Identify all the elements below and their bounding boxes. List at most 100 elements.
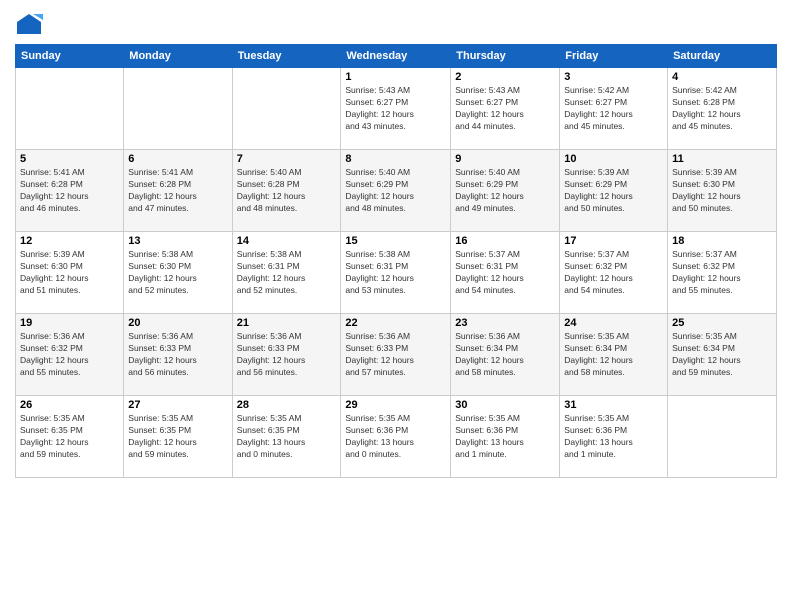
calendar-week-row: 1 Sunrise: 5:43 AM Sunset: 6:27 PM Daylig… xyxy=(16,68,777,150)
calendar-cell: 13 Sunrise: 5:38 AM Sunset: 6:30 PM Dayli… xyxy=(124,232,232,314)
calendar-cell: 28 Sunrise: 5:35 AM Sunset: 6:35 PM Dayli… xyxy=(232,396,341,478)
day-number: 10 xyxy=(564,153,663,165)
day-info: Sunrise: 5:41 AM Sunset: 6:28 PM Dayligh… xyxy=(128,167,227,215)
day-info: Sunrise: 5:39 AM Sunset: 6:30 PM Dayligh… xyxy=(20,249,119,297)
day-info: Sunrise: 5:37 AM Sunset: 6:32 PM Dayligh… xyxy=(672,249,772,297)
calendar-week-row: 12 Sunrise: 5:39 AM Sunset: 6:30 PM Dayli… xyxy=(16,232,777,314)
calendar-week-row: 19 Sunrise: 5:36 AM Sunset: 6:32 PM Dayli… xyxy=(16,314,777,396)
calendar-cell: 15Sunrise: 5:38 AM Sunset: 6:31 PM Dayli… xyxy=(341,232,451,314)
calendar-cell: 21 Sunrise: 5:36 AM Sunset: 6:33 PM Dayli… xyxy=(232,314,341,396)
day-number: 1 xyxy=(345,71,446,83)
day-number: 22 xyxy=(345,317,446,329)
day-info: Sunrise: 5:35 AM Sunset: 6:35 PM Dayligh… xyxy=(237,413,337,461)
calendar-cell: 4 Sunrise: 5:42 AM Sunset: 6:28 PM Daylig… xyxy=(668,68,777,150)
day-number: 26 xyxy=(20,399,119,411)
day-info: Sunrise: 5:35 AM Sunset: 6:34 PM Dayligh… xyxy=(672,331,772,379)
day-number: 18 xyxy=(672,235,772,247)
calendar-cell: 25Sunrise: 5:35 AM Sunset: 6:34 PM Dayli… xyxy=(668,314,777,396)
calendar-cell: 14 Sunrise: 5:38 AM Sunset: 6:31 PM Dayli… xyxy=(232,232,341,314)
day-info: Sunrise: 5:38 AM Sunset: 6:30 PM Dayligh… xyxy=(128,249,227,297)
day-number: 6 xyxy=(128,153,227,165)
calendar-cell: 5 Sunrise: 5:41 AM Sunset: 6:28 PM Daylig… xyxy=(16,150,124,232)
day-number: 19 xyxy=(20,317,119,329)
calendar-cell: 26Sunrise: 5:35 AM Sunset: 6:35 PM Dayli… xyxy=(16,396,124,478)
day-number: 2 xyxy=(455,71,555,83)
calendar-header-thursday: Thursday xyxy=(451,45,560,68)
calendar-header-monday: Monday xyxy=(124,45,232,68)
calendar-header-saturday: Saturday xyxy=(668,45,777,68)
calendar-cell: 7 Sunrise: 5:40 AM Sunset: 6:28 PM Daylig… xyxy=(232,150,341,232)
calendar-cell: 27Sunrise: 5:35 AM Sunset: 6:35 PM Dayli… xyxy=(124,396,232,478)
day-info: Sunrise: 5:35 AM Sunset: 6:36 PM Dayligh… xyxy=(564,413,663,461)
day-info: Sunrise: 5:36 AM Sunset: 6:34 PM Dayligh… xyxy=(455,331,555,379)
day-info: Sunrise: 5:41 AM Sunset: 6:28 PM Dayligh… xyxy=(20,167,119,215)
day-number: 11 xyxy=(672,153,772,165)
day-number: 31 xyxy=(564,399,663,411)
day-info: Sunrise: 5:36 AM Sunset: 6:33 PM Dayligh… xyxy=(237,331,337,379)
calendar-cell: 12 Sunrise: 5:39 AM Sunset: 6:30 PM Dayli… xyxy=(16,232,124,314)
logo xyxy=(15,10,47,38)
day-number: 20 xyxy=(128,317,227,329)
day-info: Sunrise: 5:35 AM Sunset: 6:36 PM Dayligh… xyxy=(455,413,555,461)
day-number: 23 xyxy=(455,317,555,329)
page: SundayMondayTuesdayWednesdayThursdayFrid… xyxy=(0,0,792,612)
header xyxy=(15,10,777,38)
day-number: 4 xyxy=(672,71,772,83)
calendar-header-row: SundayMondayTuesdayWednesdayThursdayFrid… xyxy=(16,45,777,68)
day-info: Sunrise: 5:42 AM Sunset: 6:28 PM Dayligh… xyxy=(672,85,772,133)
calendar-header-friday: Friday xyxy=(560,45,668,68)
day-info: Sunrise: 5:36 AM Sunset: 6:33 PM Dayligh… xyxy=(345,331,446,379)
day-info: Sunrise: 5:40 AM Sunset: 6:29 PM Dayligh… xyxy=(345,167,446,215)
calendar-header-tuesday: Tuesday xyxy=(232,45,341,68)
day-info: Sunrise: 5:38 AM Sunset: 6:31 PM Dayligh… xyxy=(237,249,337,297)
day-info: Sunrise: 5:37 AM Sunset: 6:32 PM Dayligh… xyxy=(564,249,663,297)
calendar-cell: 30 Sunrise: 5:35 AM Sunset: 6:36 PM Dayli… xyxy=(451,396,560,478)
day-info: Sunrise: 5:36 AM Sunset: 6:32 PM Dayligh… xyxy=(20,331,119,379)
day-number: 29 xyxy=(345,399,446,411)
calendar-cell: 23 Sunrise: 5:36 AM Sunset: 6:34 PM Dayli… xyxy=(451,314,560,396)
day-number: 12 xyxy=(20,235,119,247)
day-number: 16 xyxy=(455,235,555,247)
day-number: 30 xyxy=(455,399,555,411)
day-number: 7 xyxy=(237,153,337,165)
day-number: 21 xyxy=(237,317,337,329)
day-info: Sunrise: 5:40 AM Sunset: 6:28 PM Dayligh… xyxy=(237,167,337,215)
calendar-cell: 29 Sunrise: 5:35 AM Sunset: 6:36 PM Dayli… xyxy=(341,396,451,478)
calendar-cell: 3 Sunrise: 5:42 AM Sunset: 6:27 PM Daylig… xyxy=(560,68,668,150)
day-info: Sunrise: 5:35 AM Sunset: 6:34 PM Dayligh… xyxy=(564,331,663,379)
calendar-week-row: 5 Sunrise: 5:41 AM Sunset: 6:28 PM Daylig… xyxy=(16,150,777,232)
calendar-cell: 8 Sunrise: 5:40 AM Sunset: 6:29 PM Daylig… xyxy=(341,150,451,232)
day-info: Sunrise: 5:38 AM Sunset: 6:31 PM Dayligh… xyxy=(345,249,446,297)
calendar-header-sunday: Sunday xyxy=(16,45,124,68)
calendar-cell: 17 Sunrise: 5:37 AM Sunset: 6:32 PM Dayli… xyxy=(560,232,668,314)
calendar-cell xyxy=(124,68,232,150)
calendar-cell: 20 Sunrise: 5:36 AM Sunset: 6:33 PM Dayli… xyxy=(124,314,232,396)
day-number: 28 xyxy=(237,399,337,411)
calendar-cell: 9Sunrise: 5:40 AM Sunset: 6:29 PM Daylig… xyxy=(451,150,560,232)
calendar-cell: 16Sunrise: 5:37 AM Sunset: 6:31 PM Dayli… xyxy=(451,232,560,314)
day-number: 3 xyxy=(564,71,663,83)
day-number: 9 xyxy=(455,153,555,165)
calendar-cell: 2Sunrise: 5:43 AM Sunset: 6:27 PM Daylig… xyxy=(451,68,560,150)
day-info: Sunrise: 5:43 AM Sunset: 6:27 PM Dayligh… xyxy=(345,85,446,133)
day-number: 13 xyxy=(128,235,227,247)
calendar-table: SundayMondayTuesdayWednesdayThursdayFrid… xyxy=(15,44,777,478)
calendar-cell: 24 Sunrise: 5:35 AM Sunset: 6:34 PM Dayli… xyxy=(560,314,668,396)
day-number: 5 xyxy=(20,153,119,165)
calendar-cell: 31 Sunrise: 5:35 AM Sunset: 6:36 PM Dayli… xyxy=(560,396,668,478)
day-info: Sunrise: 5:39 AM Sunset: 6:29 PM Dayligh… xyxy=(564,167,663,215)
calendar-cell: 19 Sunrise: 5:36 AM Sunset: 6:32 PM Dayli… xyxy=(16,314,124,396)
day-number: 14 xyxy=(237,235,337,247)
logo-icon xyxy=(15,10,43,38)
calendar-header-wednesday: Wednesday xyxy=(341,45,451,68)
day-number: 17 xyxy=(564,235,663,247)
calendar-cell: 1 Sunrise: 5:43 AM Sunset: 6:27 PM Daylig… xyxy=(341,68,451,150)
day-info: Sunrise: 5:39 AM Sunset: 6:30 PM Dayligh… xyxy=(672,167,772,215)
day-number: 8 xyxy=(345,153,446,165)
day-info: Sunrise: 5:35 AM Sunset: 6:36 PM Dayligh… xyxy=(345,413,446,461)
day-number: 24 xyxy=(564,317,663,329)
day-info: Sunrise: 5:36 AM Sunset: 6:33 PM Dayligh… xyxy=(128,331,227,379)
calendar-cell xyxy=(16,68,124,150)
day-info: Sunrise: 5:42 AM Sunset: 6:27 PM Dayligh… xyxy=(564,85,663,133)
calendar-cell: 18 Sunrise: 5:37 AM Sunset: 6:32 PM Dayli… xyxy=(668,232,777,314)
